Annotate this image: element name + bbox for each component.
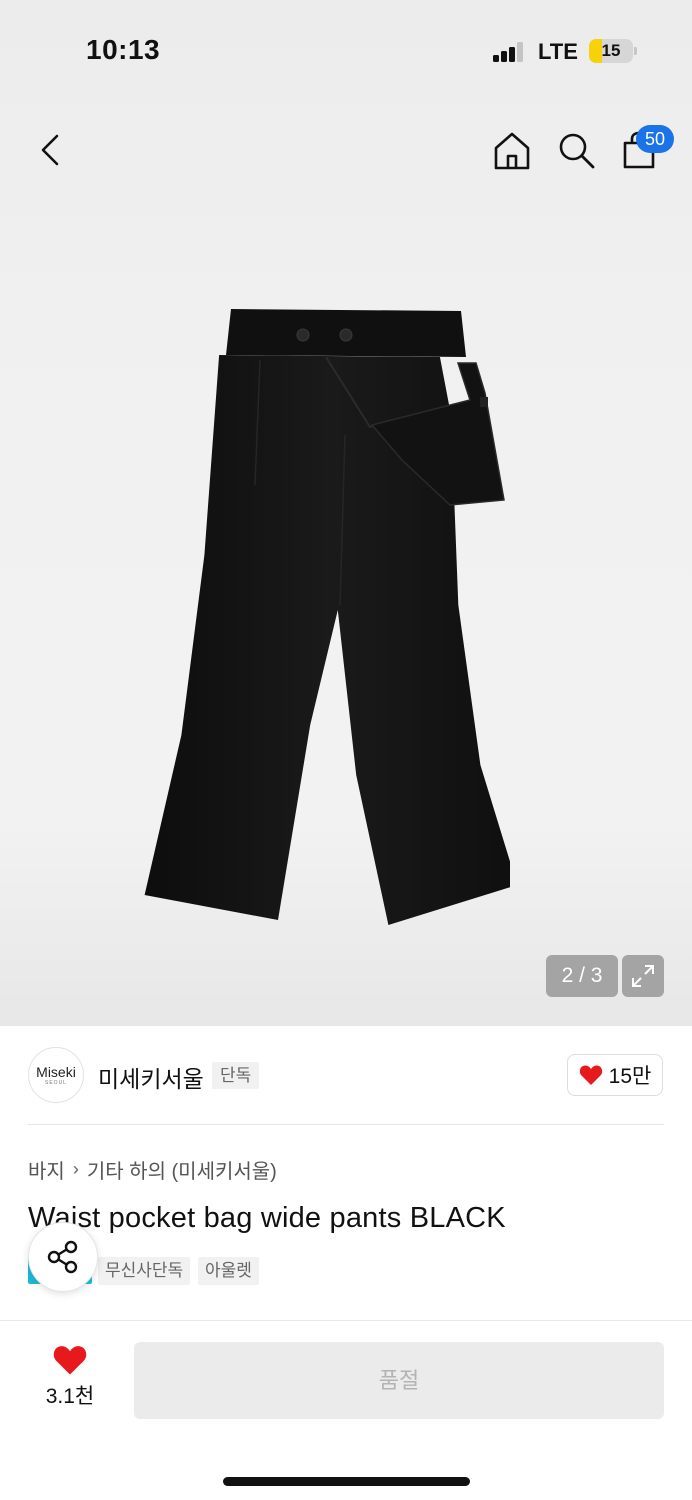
share-button[interactable] [28,1222,98,1292]
exclusive-tag: 단독 [212,1062,260,1089]
brand-like-button[interactable]: 15만 [567,1054,663,1096]
like-button[interactable]: 3.1천 [30,1344,110,1414]
product-image[interactable] [140,305,510,925]
search-icon [559,133,595,169]
battery-level: 15 [601,41,621,60]
breadcrumb-subcategory[interactable]: 기타 하의 (미세키서울) [87,1155,277,1184]
battery-cap [634,47,637,55]
breadcrumb: 바지 › 기타 하의 (미세키서울) [28,1155,277,1184]
breadcrumb-category[interactable]: 바지 [28,1155,65,1184]
brand-like-count: 15만 [608,1065,652,1088]
product-title: Waist pocket bag wide pants BLACK [28,1202,506,1234]
expand-icon [632,965,654,987]
status-bar: 10:13 LTE 15 [0,0,692,100]
battery-icon: 15 [589,39,633,63]
share-icon [47,1240,78,1274]
home-button[interactable] [490,128,534,172]
brand-logo-text: Miseki [36,1063,76,1080]
brand-logo-subtext: SEOUL [45,1079,67,1086]
back-button[interactable] [30,128,70,172]
home-indicator [223,1477,470,1486]
like-count: 3.1천 [45,1385,95,1408]
brand-logo[interactable]: Miseki SEOUL [28,1047,84,1103]
search-button[interactable] [554,128,598,172]
home-icon [494,132,530,170]
heart-icon [579,1065,602,1085]
soldout-button[interactable]: 품절 [134,1342,664,1419]
expand-image-button[interactable] [622,955,664,997]
status-time: 10:13 [86,34,161,65]
network-type: LTE [538,39,578,64]
gallery-page-indicator: 2 / 3 [546,955,618,997]
heart-icon [53,1346,87,1375]
brand-name[interactable]: 미세키서울 [98,1060,204,1094]
section-divider [28,1124,664,1125]
cart-count-badge: 50 [636,125,674,153]
chevron-left-icon [41,134,59,166]
signal-icon [493,42,525,62]
product-tag-exclusive: 무신사단독 [98,1257,191,1285]
chevron-right-icon: › [72,1159,79,1179]
product-tag-outlet: 아울렛 [198,1257,259,1285]
